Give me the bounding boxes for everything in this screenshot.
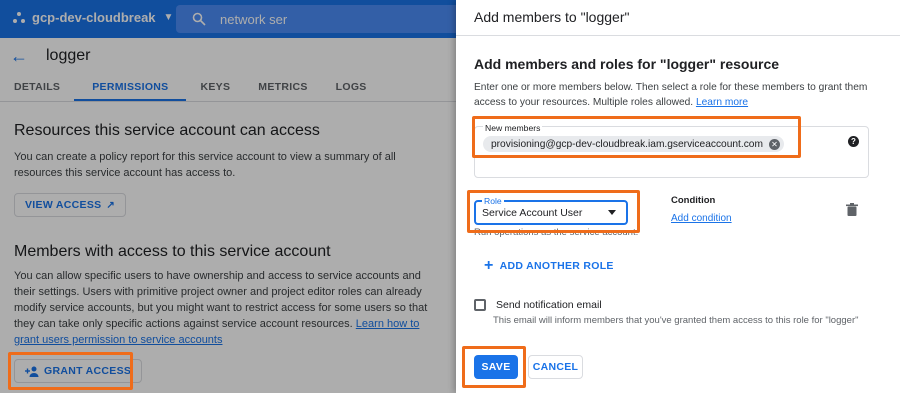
caret-down-icon: ▼ (163, 12, 174, 23)
close-icon[interactable]: ✕ (768, 138, 780, 150)
console-page: gcp-dev-cloudbreak ▼ network ser ← logge… (0, 0, 456, 393)
add-condition-link[interactable]: Add condition (671, 213, 732, 224)
search-icon (192, 12, 206, 26)
notification-checkbox[interactable] (474, 299, 486, 311)
notification-description: This email will inform members that you'… (493, 315, 859, 326)
chevron-down-icon (608, 210, 616, 215)
tab-bar: DETAILS PERMISSIONS KEYS METRICS LOGS (0, 74, 456, 102)
search-input[interactable]: network ser (220, 12, 287, 27)
add-another-role-button[interactable]: + ADD ANOTHER ROLE (484, 257, 614, 274)
view-access-label: VIEW ACCESS (25, 199, 102, 211)
view-access-button[interactable]: VIEW ACCESS ↗ (14, 193, 127, 217)
new-members-label: New members (483, 123, 543, 133)
learn-more-link[interactable]: Learn more (696, 97, 748, 108)
panel-heading: Add members and roles for "logger" resou… (474, 56, 780, 72)
condition-label: Condition (671, 195, 716, 206)
plus-icon: + (484, 257, 494, 274)
tab-logs[interactable]: LOGS (322, 74, 381, 101)
help-circle-icon[interactable]: ? (848, 136, 859, 147)
grant-access-button[interactable]: GRANT ACCESS (14, 359, 143, 383)
arrow-left-icon[interactable]: ← (10, 46, 28, 67)
tab-metrics[interactable]: METRICS (244, 74, 321, 101)
send-notification-label: Send notification email (496, 299, 602, 311)
add-another-role-label: ADD ANOTHER ROLE (499, 260, 614, 272)
role-value: Service Account User (482, 206, 583, 219)
send-notification-row[interactable]: Send notification email (474, 299, 602, 311)
role-label: Role (482, 196, 504, 206)
page-title: logger (46, 47, 91, 64)
page-header: ← logger (0, 38, 456, 74)
tab-details[interactable]: DETAILS (0, 74, 74, 101)
role-select[interactable]: Role Service Account User (474, 196, 628, 225)
save-button[interactable]: SAVE (474, 355, 518, 379)
search-bar[interactable]: network ser (176, 5, 456, 33)
panel-title: Add members to "logger" (456, 0, 900, 36)
member-chip[interactable]: provisioning@gcp-dev-cloudbreak.iam.gser… (483, 136, 784, 152)
new-members-field[interactable]: New members provisioning@gcp-dev-cloudbr… (474, 123, 869, 178)
cancel-button[interactable]: CANCEL (528, 355, 583, 379)
project-selector[interactable]: gcp-dev-cloudbreak ▼ (12, 10, 173, 25)
members-description: You can allow specific users to have own… (14, 268, 434, 348)
member-chip-text: provisioning@gcp-dev-cloudbreak.iam.gser… (491, 138, 763, 150)
open-in-new-icon: ↗ (106, 199, 116, 211)
person-add-icon (25, 366, 39, 377)
role-description: Run operations as the service account. (474, 227, 639, 238)
trash-icon[interactable] (846, 203, 858, 216)
tab-permissions[interactable]: PERMISSIONS (74, 74, 187, 101)
project-name: gcp-dev-cloudbreak (32, 10, 156, 25)
resources-description: You can create a policy report for this … (14, 151, 396, 179)
panel-description-text: Enter one or more members below. Then se… (474, 82, 868, 108)
panel-description: Enter one or more members below. Then se… (474, 80, 884, 110)
top-bar: gcp-dev-cloudbreak ▼ network ser (0, 0, 456, 38)
resources-heading: Resources this service account can acces… (14, 122, 320, 139)
members-heading: Members with access to this service acco… (14, 243, 331, 260)
grant-access-label: GRANT ACCESS (44, 365, 132, 377)
add-members-panel: Add members to "logger" Add members and … (456, 0, 900, 393)
hexagon-dots-icon (13, 11, 25, 23)
tab-keys[interactable]: KEYS (186, 74, 244, 101)
